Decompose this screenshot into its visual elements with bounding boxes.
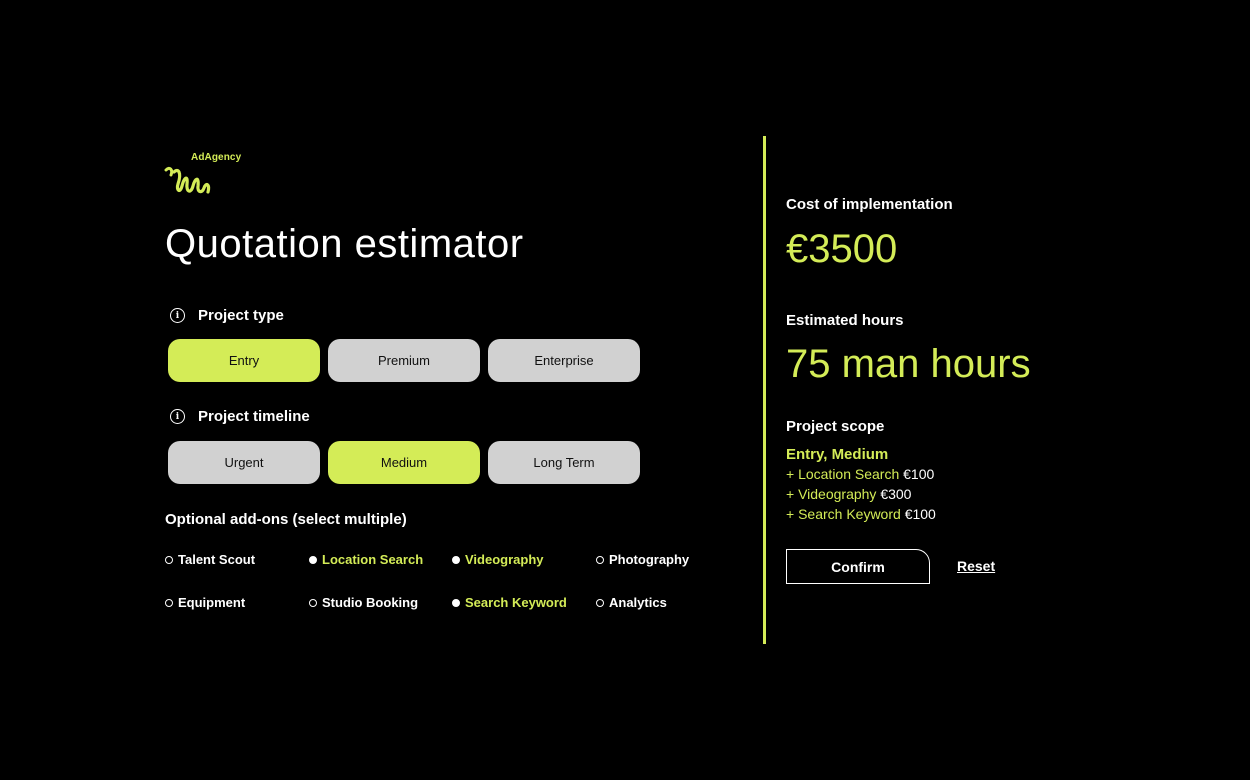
- hours-label: Estimated hours: [786, 312, 904, 329]
- addon-analytics[interactable]: Analytics: [596, 595, 667, 610]
- scope-item: + Location Search €100: [786, 466, 934, 482]
- scope-label: Project scope: [786, 418, 885, 435]
- radio-dot-icon: [596, 598, 604, 607]
- addons-title: Optional add-ons (select multiple): [165, 511, 407, 528]
- addon-label: Search Keyword: [465, 595, 567, 610]
- addon-studio-booking[interactable]: Studio Booking: [309, 595, 418, 610]
- cost-label: Cost of implementation: [786, 196, 953, 213]
- radio-dot-icon: [452, 555, 460, 564]
- addon-label: Videography: [465, 552, 544, 567]
- hours-value: 75 man hours: [786, 342, 1031, 386]
- info-icon[interactable]: i: [170, 409, 185, 424]
- addon-label: Analytics: [609, 595, 667, 610]
- scope-item-price: €100: [904, 506, 936, 522]
- scope-item: + Search Keyword €100: [786, 506, 936, 522]
- project-timeline-options: Urgent Medium Long Term: [168, 441, 640, 484]
- project-type-enterprise-button[interactable]: Enterprise: [488, 339, 640, 382]
- radio-dot-icon: [165, 598, 173, 607]
- scope-item-price: €300: [880, 486, 912, 502]
- project-type-label-text: Project type: [198, 307, 284, 324]
- timeline-long-term-button[interactable]: Long Term: [488, 441, 640, 484]
- addon-label: Location Search: [322, 552, 424, 567]
- addon-label: Photography: [609, 552, 690, 567]
- reset-link[interactable]: Reset: [957, 558, 995, 574]
- cost-value: €3500: [786, 227, 898, 271]
- scope-selection: Entry, Medium: [786, 446, 889, 463]
- project-timeline-label: i Project timeline: [170, 408, 310, 425]
- addon-label: Equipment: [178, 595, 246, 610]
- radio-dot-icon: [452, 598, 460, 607]
- vertical-divider: [763, 136, 766, 644]
- radio-dot-icon: [165, 555, 173, 564]
- radio-dot-icon: [309, 555, 317, 564]
- radio-dot-icon: [596, 555, 604, 564]
- addon-location-search[interactable]: Location Search: [309, 552, 423, 567]
- timeline-medium-button[interactable]: Medium: [328, 441, 480, 484]
- scope-item-name: + Videography: [786, 486, 877, 502]
- page-title: Quotation estimator: [165, 222, 524, 266]
- radio-dot-icon: [309, 598, 317, 607]
- info-icon[interactable]: i: [170, 308, 185, 323]
- brand-logo-icon: [164, 166, 211, 194]
- scope-item-price: €100: [903, 466, 935, 482]
- addon-search-keyword[interactable]: Search Keyword: [452, 595, 567, 610]
- project-timeline-label-text: Project timeline: [198, 408, 310, 425]
- scope-item-name: + Location Search: [786, 466, 900, 482]
- brand-logo: AdAgency: [164, 152, 254, 198]
- brand-name: AdAgency: [191, 152, 242, 163]
- addon-photography[interactable]: Photography: [596, 552, 689, 567]
- timeline-urgent-button[interactable]: Urgent: [168, 441, 320, 484]
- addon-talent-scout[interactable]: Talent Scout: [165, 552, 255, 567]
- project-type-entry-button[interactable]: Entry: [168, 339, 320, 382]
- scope-item-name: + Search Keyword: [786, 506, 901, 522]
- addon-label: Studio Booking: [322, 595, 419, 610]
- project-type-options: Entry Premium Enterprise: [168, 339, 640, 382]
- quotation-page: AdAgency Quotation estimator i Project t…: [0, 0, 1250, 780]
- addon-equipment[interactable]: Equipment: [165, 595, 245, 610]
- addon-videography[interactable]: Videography: [452, 552, 544, 567]
- project-type-label: i Project type: [170, 307, 284, 324]
- confirm-button[interactable]: Confirm: [786, 549, 930, 584]
- scope-item: + Videography €300: [786, 486, 911, 502]
- project-type-premium-button[interactable]: Premium: [328, 339, 480, 382]
- addon-label: Talent Scout: [178, 552, 256, 567]
